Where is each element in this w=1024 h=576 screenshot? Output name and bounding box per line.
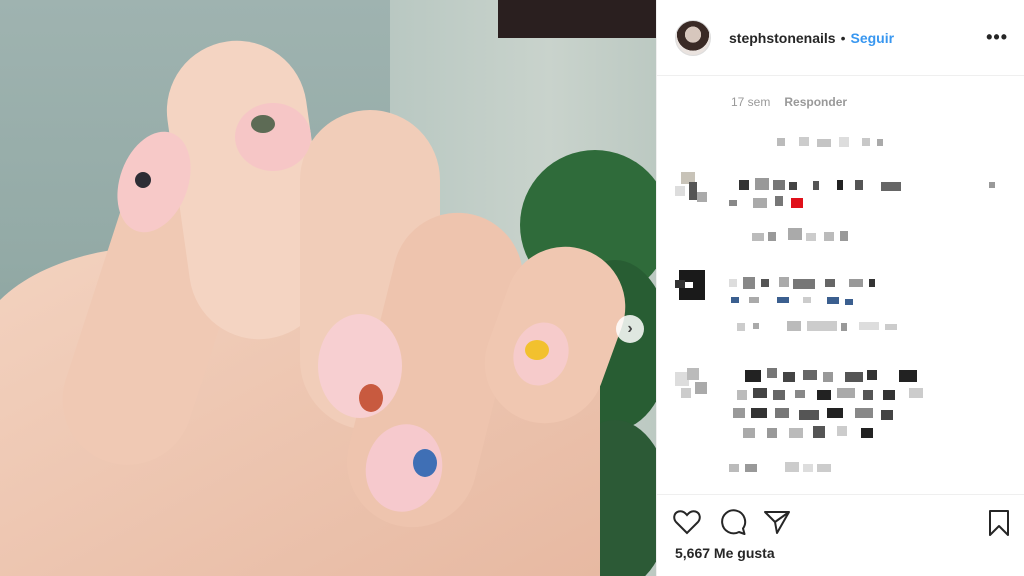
more-icon[interactable]: ••• (986, 27, 1008, 48)
separator-dot: • (840, 29, 846, 46)
post-header: stephstonenails • Seguir ••• (657, 0, 1024, 76)
post-side-panel: stephstonenails • Seguir ••• 17 sem Resp… (656, 0, 1024, 576)
obscured-comment (729, 460, 849, 476)
obscured-avatar (675, 268, 711, 304)
follow-button[interactable]: Seguir (851, 30, 895, 46)
reply-button[interactable]: Responder (784, 95, 847, 109)
comment-timestamp: 17 sem (731, 95, 771, 109)
comment-icon[interactable] (719, 509, 747, 535)
post-actions: 5,667 Me gusta (657, 494, 1024, 576)
share-icon[interactable] (763, 509, 791, 535)
likes-count[interactable]: 5,667 Me gusta (675, 545, 775, 561)
comment-meta: 17 sem Responder (731, 95, 847, 109)
hand-illustration (0, 40, 626, 576)
chevron-right-icon[interactable]: › (616, 315, 644, 343)
obscured-avatar (675, 172, 709, 206)
heart-icon[interactable] (673, 509, 701, 535)
obscured-comment (729, 176, 999, 216)
username-link[interactable]: stephstonenails (729, 30, 836, 46)
nail-dot-green (251, 115, 275, 133)
nail-dot-blue (413, 449, 437, 477)
avatar[interactable] (675, 19, 711, 56)
obscured-comment (777, 135, 897, 149)
post-photo[interactable]: › (0, 0, 656, 576)
nail-dot-orange (359, 384, 383, 412)
bookmark-icon[interactable] (987, 509, 1011, 537)
obscured-comment (752, 228, 872, 244)
obscured-comment (729, 275, 949, 335)
nail-dot-yellow (525, 340, 549, 360)
obscured-comment (733, 366, 953, 446)
nail-dot-dark (135, 172, 151, 188)
obscured-avatar (675, 366, 711, 402)
